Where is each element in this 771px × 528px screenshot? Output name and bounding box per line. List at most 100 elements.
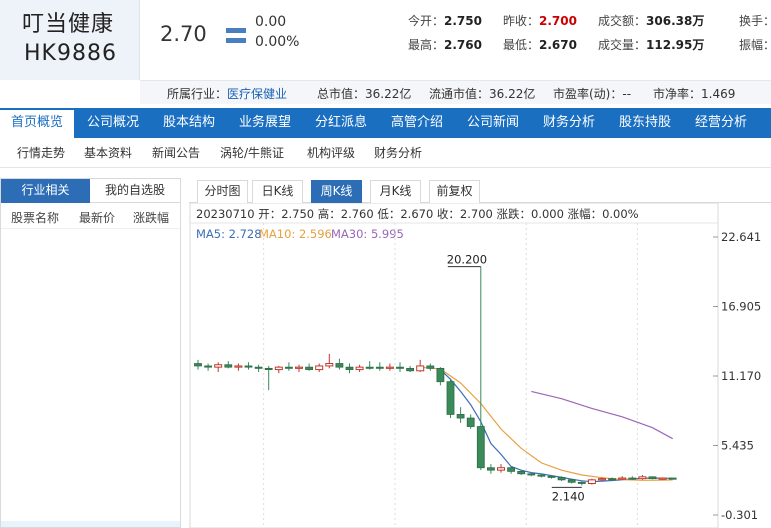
price-change: 0.00 — [255, 14, 287, 30]
nav-operations[interactable]: 经营分析 — [684, 108, 758, 138]
stock-code: HK9886 — [24, 41, 117, 66]
candle-body — [355, 366, 364, 371]
candle-body — [224, 364, 233, 368]
subnav-announcements[interactable]: 新闻公告 — [152, 144, 200, 161]
subnav-basic-info[interactable]: 基本资料 — [84, 144, 132, 161]
candle-body — [254, 366, 263, 369]
candle-body — [466, 417, 475, 427]
candle-body — [335, 363, 344, 368]
ma30-label: MA30: 5.995 — [331, 227, 404, 241]
nav-share-structure[interactable]: 股本结构 — [152, 108, 226, 138]
candle — [658, 477, 667, 480]
candle-body — [608, 478, 617, 481]
candle-body — [264, 367, 273, 370]
candle-body — [517, 470, 526, 475]
ma10-label: MA10: 2.596 — [259, 227, 332, 241]
y-tick-label: 16.905 — [721, 300, 761, 314]
candle-body — [446, 381, 455, 415]
flat-equal-icon — [226, 28, 246, 44]
candle — [587, 478, 596, 485]
candle-body — [497, 467, 505, 471]
ma5-label: MA5: 2.728 — [196, 227, 262, 241]
quote-prev-close: 昨收：2.700 — [503, 14, 577, 28]
candle-body — [426, 365, 435, 369]
candle-body — [577, 481, 586, 484]
candle-info-line: 20230710 开：2.750 高：2.760 低：2.670 收：2.700… — [196, 207, 639, 221]
candle-body — [668, 477, 677, 480]
related-stocks-panel: 行业相关 我的自选股 股票名称 最新价 涨跌幅 — [0, 178, 181, 528]
candle-body — [628, 477, 637, 480]
nav-company-profile[interactable]: 公司概况 — [76, 108, 150, 138]
candle-body — [365, 366, 374, 369]
candle-body — [385, 366, 394, 369]
candle-body — [274, 366, 283, 371]
subnav-ratings[interactable]: 机构评级 — [307, 144, 355, 161]
industry-link[interactable]: 医疗保健业 — [227, 87, 287, 101]
col-change-pct: 涨跌幅 — [133, 211, 170, 225]
kline-chart-panel: 分时图 日K线 周K线 月K线 前复权 20230710 开：2.750 高：2… — [189, 178, 771, 528]
candle-body — [587, 479, 596, 484]
nav-financial-analysis[interactable]: 财务分析 — [532, 108, 606, 138]
max-price-label: 20.200 — [447, 253, 487, 267]
nav-shareholders[interactable]: 股东持股 — [608, 108, 682, 138]
min-price-label: 2.140 — [552, 489, 585, 503]
col-stock-name: 股票名称 — [11, 211, 60, 225]
tab-daily-k[interactable]: 日K线 — [252, 180, 303, 203]
nav-business-outlook[interactable]: 业务展望 — [228, 108, 302, 138]
candle-body — [244, 365, 253, 368]
candle-body — [567, 479, 576, 483]
candle-body — [598, 478, 606, 481]
subnav-warrants[interactable]: 涡轮/牛熊证 — [220, 144, 284, 161]
nav-dividends[interactable]: 分红派息 — [304, 108, 378, 138]
y-tick-label: 11.170 — [721, 369, 761, 383]
sidebar-bottom-strip — [1, 521, 180, 527]
tab-weekly-k[interactable]: 周K线 — [311, 180, 362, 203]
tab-forward-adjusted[interactable]: 前复权 — [429, 180, 480, 203]
candle-body — [537, 474, 546, 477]
nav-executives[interactable]: 高管介绍 — [380, 108, 454, 138]
candle-body — [305, 366, 313, 370]
quote-high: 最高：2.760 — [408, 38, 482, 52]
candle-body — [396, 366, 404, 369]
quote-low: 最低：2.670 — [503, 38, 577, 52]
candle-body — [618, 477, 627, 480]
candle-body — [547, 475, 556, 478]
col-latest-price: 最新价 — [79, 211, 116, 225]
quote-turnover-rate: 换手： — [739, 14, 771, 28]
nav-company-news[interactable]: 公司新闻 — [456, 108, 530, 138]
tab-monthly-k[interactable]: 月K线 — [370, 180, 421, 203]
tab-intraday[interactable]: 分时图 — [197, 180, 248, 203]
candle-body — [285, 366, 293, 369]
industry-field: 所属行业：医疗保健业 — [167, 87, 288, 101]
quote-volume: 成交量：112.95万 — [598, 38, 705, 52]
tab-my-watchlist[interactable]: 我的自选股 — [90, 179, 180, 203]
sidebar-table-header: 股票名称 最新价 涨跌幅 — [1, 203, 180, 229]
subnav-market-trend[interactable]: 行情走势 — [17, 144, 65, 161]
industry-bar: 所属行业：医疗保健业 总市值：36.22亿 流通市值：36.22亿 市盈率(动)… — [140, 80, 771, 104]
candle-body — [648, 476, 657, 480]
current-price: 2.70 — [160, 22, 207, 46]
candle-body — [345, 366, 354, 370]
candle-body — [658, 477, 667, 480]
candle-body — [486, 467, 495, 471]
candle-body — [234, 365, 243, 368]
subnav-financial[interactable]: 财务分析 — [374, 144, 422, 161]
total-market-cap: 总市值：36.22亿 — [317, 87, 412, 101]
candle-body — [527, 473, 536, 476]
kline-chart[interactable]: 20230710 开：2.750 高：2.760 低：2.670 收：2.700… — [189, 203, 771, 528]
nav-overview[interactable]: 首页概览 — [0, 108, 74, 138]
quote-amplitude: 振幅： — [739, 38, 771, 52]
quote-turnover: 成交额：306.38万 — [598, 14, 705, 28]
candle-body — [214, 364, 223, 368]
price-change-pct: 0.00% — [255, 34, 300, 50]
candle — [446, 379, 455, 419]
stock-header: 叮当健康 HK9886 2.70 0.00 0.00% 今开：2.750 昨收：… — [0, 0, 771, 104]
candle-body — [325, 363, 334, 367]
candle-body — [476, 426, 485, 469]
tab-industry-related[interactable]: 行业相关 — [1, 179, 90, 203]
candle-body — [638, 476, 647, 480]
stock-name: 叮当健康 — [22, 12, 115, 37]
candle-body — [375, 366, 384, 369]
candle-body — [406, 367, 415, 372]
y-tick-label: 22.641 — [721, 230, 761, 244]
